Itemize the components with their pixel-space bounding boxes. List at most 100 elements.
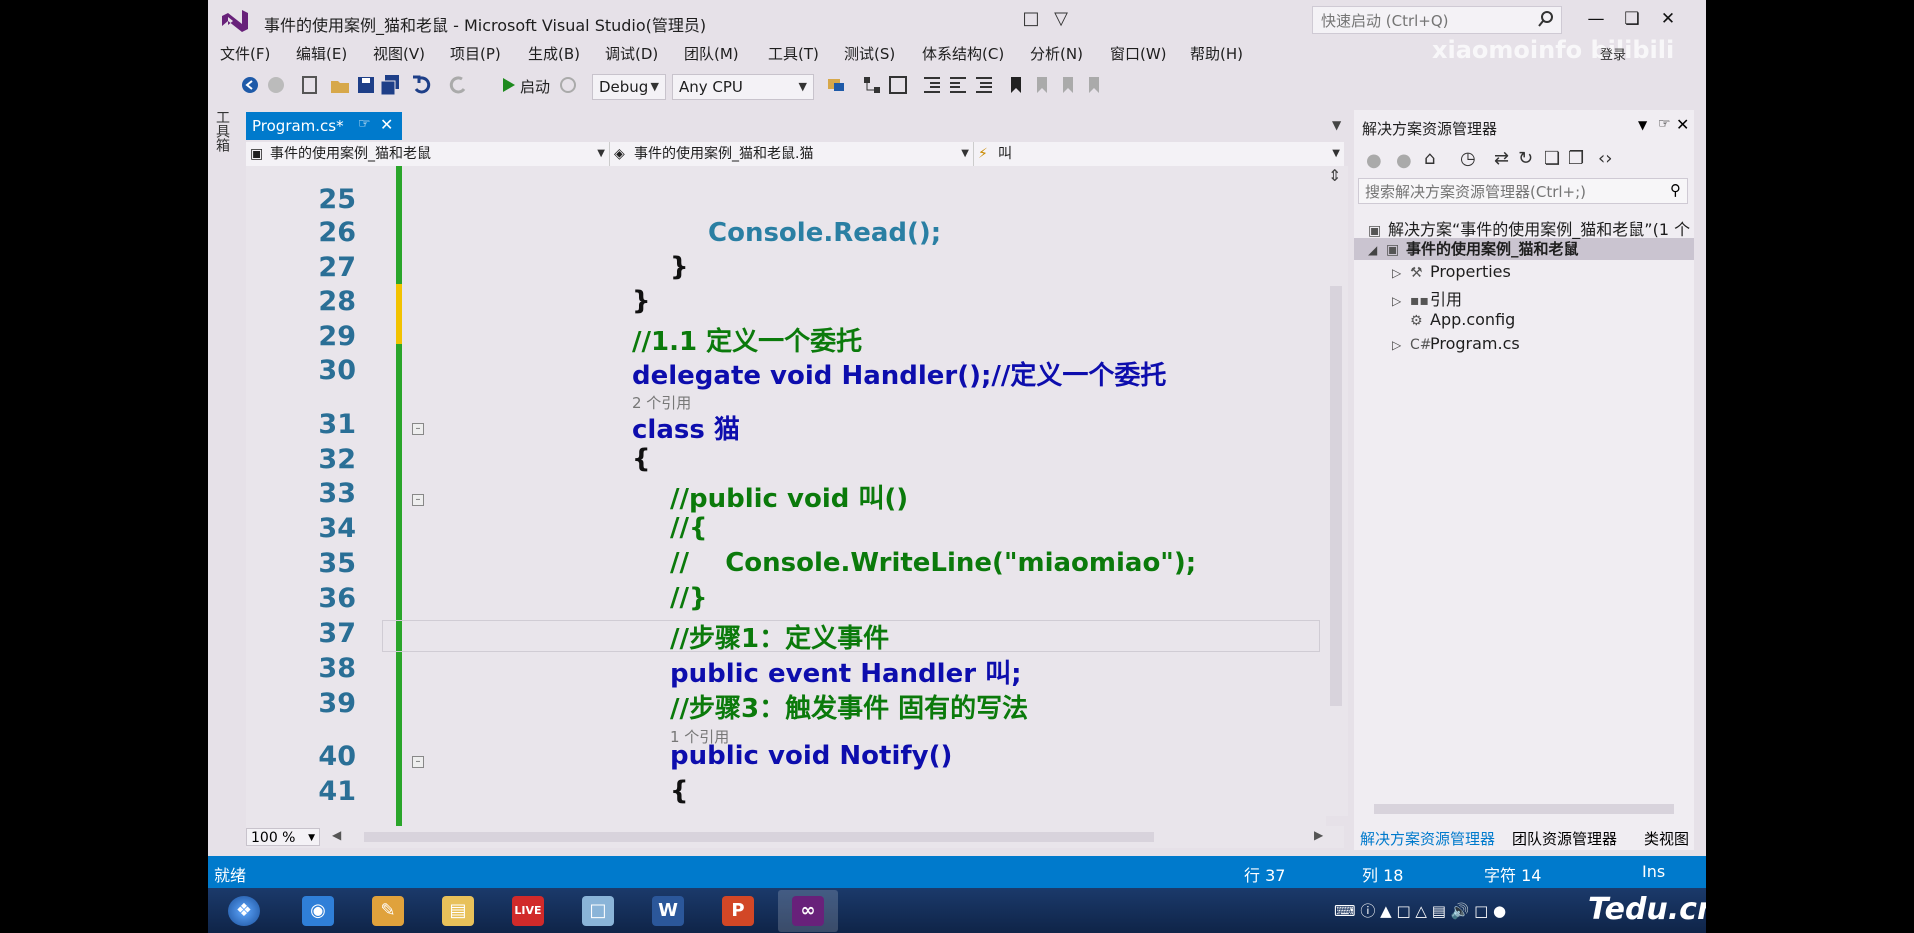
forward-icon[interactable]	[264, 73, 288, 97]
code-line-comment[interactable]: // Console.WriteLine("miaomiao");	[670, 548, 1196, 578]
code-line[interactable]: {	[670, 776, 689, 806]
menu-file[interactable]: 文件(F)	[220, 43, 270, 64]
layer-icon[interactable]	[886, 73, 910, 97]
tree-project[interactable]: ◢ ▣ 事件的使用案例_猫和老鼠	[1368, 238, 1579, 259]
refresh-icon[interactable]	[556, 73, 580, 97]
code-line-comment[interactable]: //{	[670, 513, 708, 543]
menu-build[interactable]: 生成(B)	[528, 43, 580, 64]
menu-project[interactable]: 项目(P)	[450, 43, 501, 64]
member-dropdown[interactable]: ⚡ 叫 ▼	[974, 142, 1344, 166]
outdent-icon[interactable]	[946, 73, 970, 97]
collapse-all-icon[interactable]: ❏	[1544, 148, 1560, 169]
home-icon[interactable]: ⌂	[1424, 148, 1435, 169]
show-all-files-icon[interactable]: ❐	[1568, 148, 1584, 169]
horizontal-scrollbar-thumb[interactable]	[364, 832, 1154, 842]
start-menu-button[interactable]: ❖	[214, 890, 274, 932]
history-icon[interactable]: ◷	[1460, 148, 1476, 169]
code-line-comment[interactable]: //步骤1：定义事件	[670, 618, 889, 655]
restore-button[interactable]: ❏	[1614, 6, 1650, 32]
view-code-icon[interactable]: ‹›	[1598, 148, 1612, 169]
tree-item-references[interactable]: ▷ ▪▪引用	[1392, 286, 1462, 310]
signin-link[interactable]: 登录	[1600, 44, 1626, 63]
start-debug-icon[interactable]	[496, 73, 520, 97]
code-line-comment[interactable]: //}	[670, 583, 708, 613]
collapse-class-icon[interactable]: –	[412, 423, 424, 435]
menu-window[interactable]: 窗口(W)	[1110, 43, 1167, 64]
code-line-comment[interactable]: //1.1 定义一个委托	[632, 321, 862, 358]
feedback-icon[interactable]: □	[1018, 8, 1044, 32]
close-tab-icon[interactable]: ✕	[380, 115, 393, 134]
menu-test[interactable]: 测试(S)	[844, 43, 895, 64]
menu-edit[interactable]: 编辑(E)	[296, 43, 347, 64]
system-tray-icons[interactable]: ⌨ ⓘ ▲ □ △ ▤ 🔊 □ ●	[1334, 900, 1506, 921]
collapsed-icon[interactable]: ▷	[1392, 338, 1410, 352]
new-project-icon[interactable]	[298, 73, 322, 97]
menu-architecture[interactable]: 体系结构(C)	[922, 43, 1004, 64]
quick-launch-input[interactable]	[1319, 10, 1523, 32]
code-editor[interactable]: – – – 25 26 Console.Read(); 27 } 28 } 29…	[246, 166, 1326, 826]
save-all-icon[interactable]	[378, 73, 402, 97]
split-editor-icon[interactable]: ⇕	[1328, 166, 1341, 185]
tab-program-cs[interactable]: Program.cs* ☞ ✕	[246, 112, 402, 140]
undo-icon[interactable]	[410, 73, 434, 97]
refresh-icon[interactable]: ↻	[1518, 148, 1533, 169]
collapse-method-icon[interactable]: –	[412, 756, 424, 768]
redo-icon[interactable]	[446, 73, 470, 97]
tab-solution-explorer[interactable]: 解决方案资源管理器	[1360, 828, 1495, 849]
taskbar-powerpoint[interactable]: P	[708, 890, 768, 932]
search-icon[interactable]: ⚲	[1670, 181, 1681, 199]
save-icon[interactable]	[354, 73, 378, 97]
collapse-comment-icon[interactable]: –	[412, 494, 424, 506]
pin-icon[interactable]: ☞	[1658, 116, 1671, 132]
se-horizontal-scrollbar[interactable]	[1374, 804, 1674, 814]
bookmark-icon[interactable]	[1004, 73, 1028, 97]
collapsed-icon[interactable]: ▷	[1392, 266, 1410, 280]
tab-team-explorer[interactable]: 团队资源管理器	[1512, 828, 1617, 849]
menu-team[interactable]: 团队(M)	[684, 43, 739, 64]
menu-debug[interactable]: 调试(D)	[605, 43, 658, 64]
scroll-left-icon[interactable]: ◀	[332, 828, 341, 842]
taskbar-word[interactable]: W	[638, 890, 698, 932]
code-line[interactable]: Console.Read();	[708, 218, 941, 248]
solution-search[interactable]: ⚲	[1358, 178, 1688, 204]
taskbar-editor[interactable]: □	[568, 890, 628, 932]
search-icon[interactable]	[1537, 10, 1555, 28]
menu-help[interactable]: 帮助(H)	[1190, 43, 1243, 64]
minimize-button[interactable]: —	[1578, 6, 1614, 32]
platform-select[interactable]: Any CPU ▼	[672, 74, 814, 100]
quick-launch[interactable]	[1312, 6, 1562, 34]
forward-icon[interactable]: ●	[1396, 150, 1412, 171]
configuration-select[interactable]: Debug ▼	[592, 74, 666, 100]
code-line[interactable]: public event Handler 叫;	[670, 653, 1021, 690]
tree-item-properties[interactable]: ▷ ⚒ Properties	[1392, 262, 1511, 281]
back-icon[interactable]	[238, 73, 262, 97]
zoom-select[interactable]: 100 % ▼	[246, 828, 320, 846]
comment-icon[interactable]	[972, 73, 996, 97]
toolbox-strip[interactable]: 工具箱	[208, 110, 236, 220]
clear-bookmarks-icon[interactable]	[1082, 73, 1106, 97]
collapsed-icon[interactable]: ▷	[1392, 294, 1410, 308]
next-bookmark-icon[interactable]	[1056, 73, 1080, 97]
pin-icon[interactable]: ☞	[358, 116, 371, 132]
sync-icon[interactable]: ⇄	[1494, 148, 1509, 169]
start-button[interactable]: 启动	[520, 76, 550, 97]
tab-overflow-icon[interactable]: ▼	[1332, 118, 1341, 132]
editor-vertical-scrollbar[interactable]: ⇕	[1326, 166, 1348, 816]
menu-analyze[interactable]: 分析(N)	[1030, 43, 1083, 64]
code-line[interactable]: public void Notify()	[670, 741, 952, 771]
taskbar-visual-studio[interactable]: ∞	[778, 890, 838, 932]
back-icon[interactable]: ●	[1366, 150, 1382, 171]
taskbar-qq[interactable]: ◉	[288, 890, 348, 932]
code-line-comment[interactable]: //public void 叫()	[670, 478, 908, 515]
code-line[interactable]: }	[632, 286, 651, 316]
code-line[interactable]: delegate void Handler();//定义一个委托	[632, 355, 1166, 392]
tree-item-app-config[interactable]: ⚙ App.config	[1392, 310, 1515, 329]
indent-icon[interactable]	[920, 73, 944, 97]
menu-tools[interactable]: 工具(T)	[768, 43, 819, 64]
taskbar-paint[interactable]: ✎	[358, 890, 418, 932]
taskbar-live[interactable]: LIVE	[498, 890, 558, 932]
toolbox-tab[interactable]: 工具箱	[212, 110, 232, 152]
code-line[interactable]: class 猫	[632, 409, 740, 446]
filter-icon[interactable]: ▽	[1048, 8, 1074, 32]
taskbar-explorer[interactable]: ▤	[428, 890, 488, 932]
